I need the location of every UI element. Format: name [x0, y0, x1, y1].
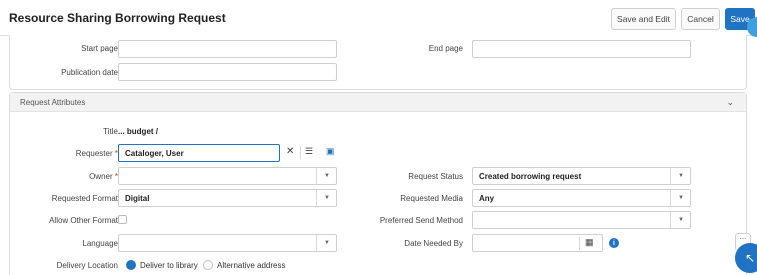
request-attributes-header[interactable]: Request Attributes ⌄ [10, 93, 746, 112]
allow-other-format-checkbox[interactable] [118, 215, 127, 224]
title-label: Title [103, 127, 118, 136]
chevron-down-icon: ▼ [678, 217, 684, 223]
requester-input[interactable]: Cataloger, User [118, 144, 280, 162]
page-header: Resource Sharing Borrowing Request Save … [0, 0, 757, 37]
requester-value: Cataloger, User [125, 149, 184, 158]
page-title: Resource Sharing Borrowing Request [9, 11, 226, 25]
chevron-down-icon: ▼ [324, 240, 330, 246]
requested-media-value: Any [479, 194, 495, 203]
preferred-send-method-select[interactable]: ▼ [472, 211, 691, 229]
deliver-to-library-label: Deliver to library [140, 261, 198, 270]
chevron-down-icon: ▼ [678, 173, 684, 179]
requester-label-text: Requester [75, 149, 113, 158]
requested-format-dropdown-toggle[interactable]: ▼ [316, 190, 336, 206]
language-dropdown-toggle[interactable]: ▼ [316, 235, 336, 251]
publication-date-label: Publication date [61, 68, 118, 77]
preferred-send-method-label: Preferred Send Method [379, 216, 463, 225]
calendar-icon[interactable]: ▦ [585, 237, 594, 248]
date-needed-by-input[interactable]: ▦ [472, 234, 603, 252]
id-card-icon[interactable]: ▣ [326, 146, 335, 157]
cancel-button[interactable]: Cancel [681, 8, 720, 30]
alternative-address-label: Alternative address [217, 261, 286, 270]
delivery-location-label: Delivery Location [56, 261, 118, 270]
requested-media-label: Requested Media [400, 194, 463, 203]
pointer-help-icon[interactable]: ↖ [735, 243, 757, 273]
owner-dropdown-toggle[interactable]: ▼ [316, 168, 336, 184]
date-divider [579, 237, 580, 250]
allow-other-format-label: Allow Other Format [49, 216, 118, 225]
save-and-edit-button[interactable]: Save and Edit [611, 8, 676, 30]
chevron-down-icon[interactable]: ⌄ [726, 97, 734, 108]
preferred-send-method-dropdown-toggle[interactable]: ▼ [670, 212, 690, 228]
end-page-field[interactable] [472, 40, 691, 58]
requester-divider [300, 146, 301, 159]
help-badge-icon[interactable] [747, 17, 757, 37]
language-select[interactable]: ▼ [118, 234, 337, 252]
chevron-down-icon: ▼ [324, 195, 330, 201]
owner-label-text: Owner [89, 172, 113, 181]
info-icon[interactable]: i [609, 238, 619, 248]
owner-label: Owner * [30, 172, 118, 181]
requested-format-select[interactable]: Digital ▼ [118, 189, 337, 207]
citation-section: Start page End page Publication date [9, 35, 747, 90]
owner-select[interactable]: ▼ [118, 167, 337, 185]
requested-format-value: Digital [125, 194, 150, 203]
request-status-value: Created borrowing request [479, 172, 582, 181]
start-page-field[interactable] [118, 40, 337, 58]
chevron-down-icon: ▼ [678, 195, 684, 201]
section-title: Request Attributes [20, 98, 86, 107]
requested-media-select[interactable]: Any ▼ [472, 189, 691, 207]
title-value: ... budget / [118, 127, 158, 136]
request-status-label: Request Status [408, 172, 463, 181]
chevron-down-icon: ▼ [324, 173, 330, 179]
requester-label: Requester * [30, 149, 118, 158]
language-label: Language [82, 239, 118, 248]
start-page-label: Start page [81, 44, 118, 53]
request-status-select[interactable]: Created borrowing request ▼ [472, 167, 691, 185]
request-status-dropdown-toggle[interactable]: ▼ [670, 168, 690, 184]
date-needed-by-label: Date Needed By [404, 239, 463, 248]
request-attributes-section: Request Attributes ⌄ Title ... budget / … [9, 92, 747, 275]
end-page-label: End page [428, 44, 463, 53]
list-icon[interactable]: ☰ [305, 146, 313, 157]
requested-format-label: Requested Format [51, 194, 118, 203]
deliver-to-library-radio[interactable] [126, 260, 136, 270]
close-icon[interactable]: ✕ [286, 146, 294, 157]
alternative-address-radio[interactable] [203, 260, 213, 270]
requested-media-dropdown-toggle[interactable]: ▼ [670, 190, 690, 206]
publication-date-field[interactable] [118, 63, 337, 81]
